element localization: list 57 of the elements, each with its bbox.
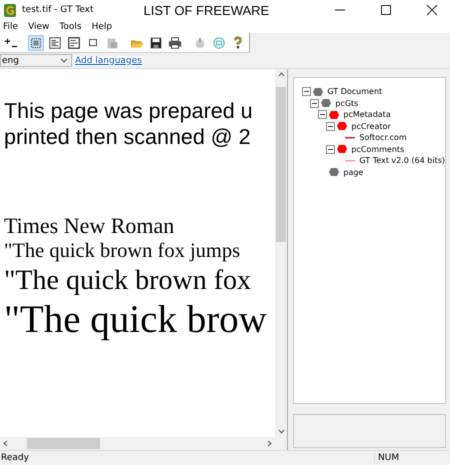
menu-item[interactable]: Tools [59, 22, 82, 32]
maximize-icon[interactable] [380, 4, 392, 16]
node-icon [313, 88, 324, 96]
tree-item[interactable]: GT Document [327, 87, 382, 96]
toolbar-button[interactable] [66, 34, 82, 50]
toolbar-button[interactable] [28, 34, 44, 50]
tree-item[interactable]: GT Text v2.0 (64 bits) [359, 156, 445, 166]
language-dropdown[interactable]: eng [0, 54, 72, 67]
tree-item[interactable]: pcCreator [351, 122, 391, 131]
add-languages-link[interactable]: Add languages [74, 56, 143, 66]
list-icon [29, 36, 43, 50]
node-icon [337, 122, 348, 130]
knob-icon [193, 36, 207, 50]
node-icon [321, 99, 332, 108]
document-text: "The quick brown fox [4, 264, 252, 298]
toolbar-button[interactable] [167, 34, 183, 50]
circle-icon [212, 36, 226, 50]
document-text: Times New Roman [4, 212, 174, 239]
collapse-icon[interactable] [310, 98, 320, 108]
app-icon [4, 4, 16, 16]
scroll-left-icon[interactable] [3, 440, 8, 447]
tree-item[interactable]: pcMetadata [343, 110, 391, 120]
printer-icon [168, 36, 182, 50]
vertical-scrollbar[interactable] [275, 69, 288, 437]
heading: LIST OF FREEWARE [144, 2, 270, 18]
document-icon [48, 36, 62, 50]
scroll-up-icon[interactable] [278, 72, 285, 77]
close-icon[interactable] [426, 4, 438, 16]
scroll-right-icon[interactable] [267, 440, 272, 447]
collapse-icon[interactable] [326, 144, 336, 154]
node-icon [329, 168, 340, 176]
menu-item[interactable]: Help [92, 22, 112, 32]
collapse-icon[interactable] [318, 110, 328, 120]
text-frame-icon [67, 36, 81, 50]
menu-item[interactable]: View [28, 22, 50, 32]
document-text: This page was prepared u [4, 99, 253, 125]
paste-icon [105, 36, 119, 50]
tree-item[interactable]: pcComments [351, 144, 404, 154]
document-text: printed then scanned @ 2 [4, 124, 251, 151]
save-icon [149, 36, 163, 50]
document-text: "The quick brow [4, 297, 267, 344]
menu-item[interactable]: File [3, 22, 18, 32]
tree-item[interactable]: page [343, 168, 364, 177]
status-text: Ready [1, 453, 29, 463]
tree-item[interactable]: pcGts [335, 98, 358, 108]
plus-minus-icon [4, 36, 18, 50]
tree-item[interactable]: Softocr.com [359, 133, 407, 142]
document-text: "The quick brown fox jumps [4, 238, 240, 264]
toolbar-button[interactable] [47, 34, 63, 50]
num-lock-indicator: NUM [374, 453, 430, 463]
scroll-down-icon[interactable] [278, 429, 285, 434]
node-icon [329, 110, 340, 119]
node-icon [337, 145, 348, 154]
window-title: test.tif - GT Text [22, 5, 94, 15]
collapse-icon[interactable] [302, 87, 312, 96]
collapse-icon[interactable] [326, 122, 336, 131]
caret-icon [60, 58, 68, 63]
